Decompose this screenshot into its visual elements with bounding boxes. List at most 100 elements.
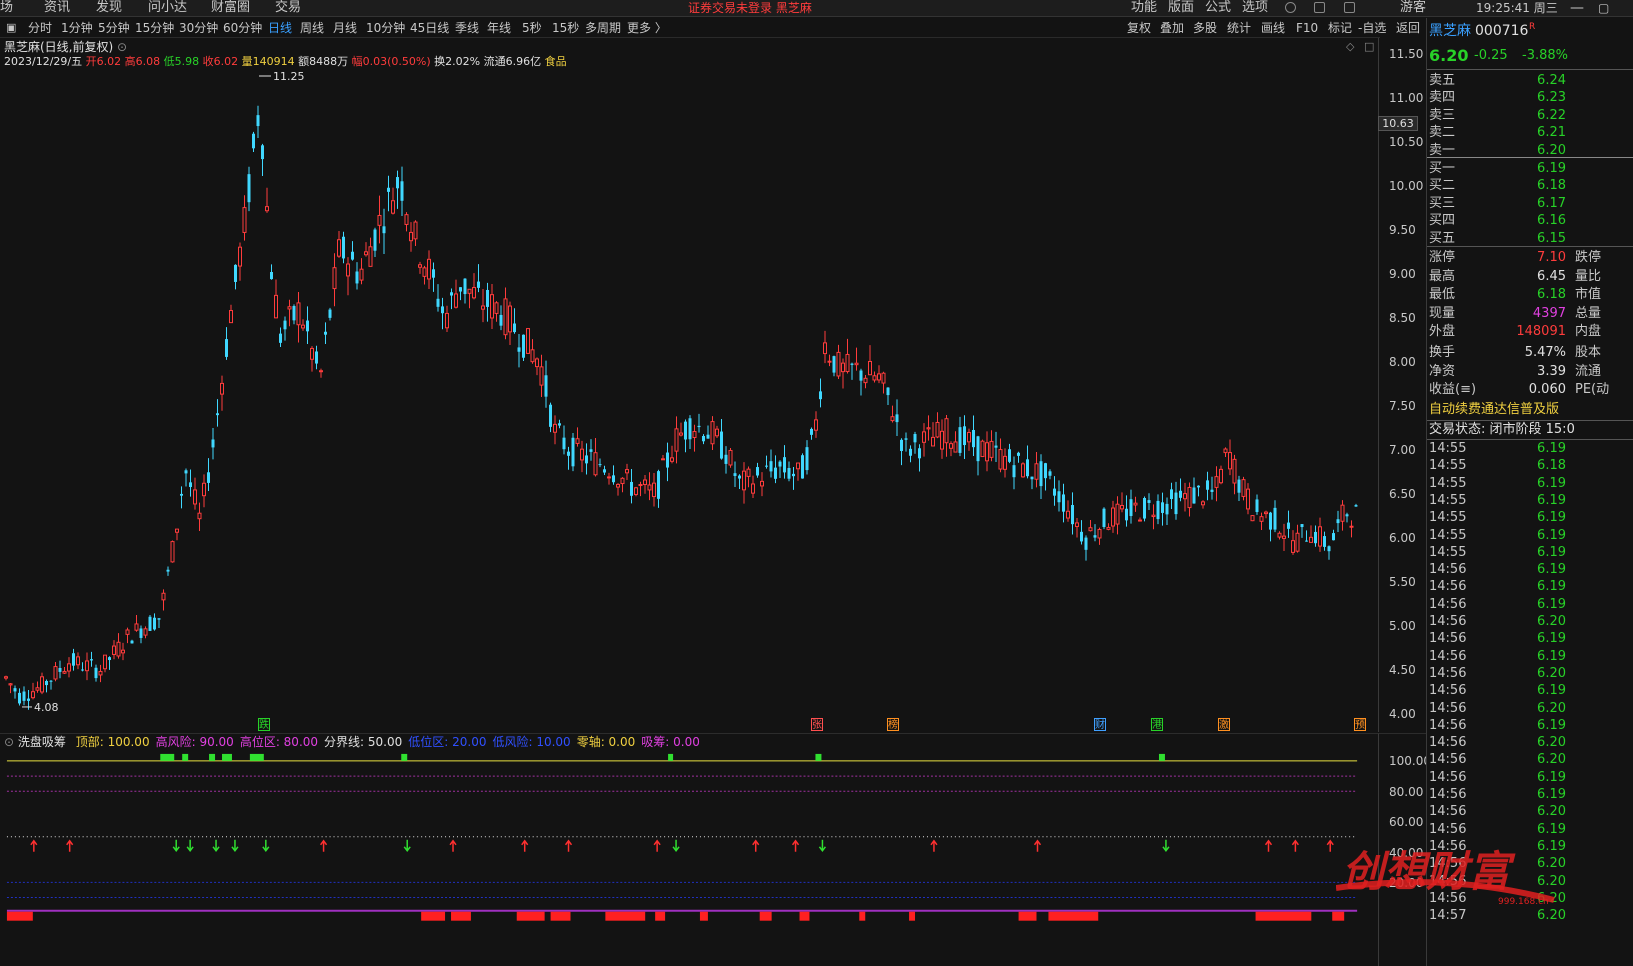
event-marker[interactable]: 激 xyxy=(1218,718,1230,731)
candle-body xyxy=(728,449,733,466)
period-fenshi[interactable]: 分时 xyxy=(28,18,52,38)
candle-body xyxy=(1309,536,1313,543)
candle-body xyxy=(4,676,8,679)
menu-news[interactable]: 资讯 xyxy=(44,0,70,16)
btn-stats[interactable]: 统计 xyxy=(1227,18,1251,38)
event-marker[interactable]: 张 xyxy=(811,718,823,731)
row-label: 收益(≡) xyxy=(1429,382,1477,398)
menu-layout[interactable]: 版面 xyxy=(1168,0,1194,16)
quote-change: -0.25 xyxy=(1474,48,1508,63)
period-multi[interactable]: 多周期 xyxy=(585,18,621,38)
candle xyxy=(607,472,611,485)
candlestick-chart[interactable]: 11.25 4.08 xyxy=(0,72,1378,732)
user-name[interactable]: 游客 xyxy=(1400,0,1426,16)
tick-price: 6.19 xyxy=(1537,441,1566,456)
candle-body xyxy=(85,660,89,672)
menu-ask[interactable]: 问小达 xyxy=(148,0,187,16)
candle-body xyxy=(684,421,687,440)
candle-body xyxy=(535,358,539,368)
candle xyxy=(728,447,733,468)
menu-discover[interactable]: 发现 xyxy=(96,0,122,16)
mail-icon[interactable] xyxy=(1344,2,1355,13)
btn-multi-stock[interactable]: 多股 xyxy=(1193,18,1217,38)
chart-period-label: 黑芝麻(日线,前复权) xyxy=(4,40,114,54)
period-weekly[interactable]: 周线 xyxy=(300,18,324,38)
btn-f10[interactable]: F10 xyxy=(1296,18,1318,38)
event-marker[interactable]: 预 xyxy=(1354,718,1366,731)
layout-icon[interactable]: ▣ xyxy=(6,18,16,38)
event-marker[interactable]: 榜 xyxy=(887,718,899,731)
menu-market[interactable]: 场 xyxy=(0,0,13,16)
candle xyxy=(1075,518,1079,538)
period-year[interactable]: 年线 xyxy=(487,18,511,38)
menu-function[interactable]: 功能 xyxy=(1131,0,1157,16)
ohlc-low: 低5.98 xyxy=(163,55,200,68)
quote-row: 换手 5.47% 股本 xyxy=(1427,344,1633,361)
menu-wealth-circle[interactable]: 财富圈 xyxy=(211,0,250,16)
btn-overlay[interactable]: 叠加 xyxy=(1160,18,1184,38)
diamond-icon[interactable]: ◇ xyxy=(1346,40,1354,53)
indicator-chart[interactable] xyxy=(0,733,1378,966)
btn-mark[interactable]: 标记 xyxy=(1328,18,1352,38)
menu-formula[interactable]: 公式 xyxy=(1205,0,1231,16)
lock-icon[interactable] xyxy=(1314,2,1325,13)
btn-watchlist[interactable]: -自选 xyxy=(1358,18,1386,38)
tick-price: 6.18 xyxy=(1537,458,1566,474)
period-5sec[interactable]: 5秒 xyxy=(522,18,542,38)
candle xyxy=(143,626,148,639)
candle-body xyxy=(319,370,323,373)
candle-body xyxy=(1097,528,1102,539)
maximize-icon[interactable]: ▢ xyxy=(1598,0,1609,16)
quote-row: 外盘 148091 内盘 xyxy=(1427,323,1633,340)
promo-text[interactable]: 自动续费通达信普及版 xyxy=(1429,401,1559,418)
quote-row: 现量 4397 总量 xyxy=(1427,305,1633,322)
candle xyxy=(571,433,575,472)
tick-price: 6.20 xyxy=(1537,700,1566,716)
btn-adjust[interactable]: 复权 xyxy=(1127,18,1151,38)
event-marker[interactable]: 港 xyxy=(1151,718,1163,731)
event-marker[interactable]: 财 xyxy=(1094,718,1106,731)
square-icon[interactable]: □ xyxy=(1364,40,1374,53)
chart-settings-icon[interactable]: ⊙ xyxy=(117,40,127,54)
candle xyxy=(530,339,535,364)
minimize-icon[interactable]: — xyxy=(1570,0,1584,16)
candle-body xyxy=(252,133,255,149)
period-1min[interactable]: 1分钟 xyxy=(61,18,93,38)
candle xyxy=(666,442,669,482)
candle xyxy=(517,334,521,368)
period-15min[interactable]: 15分钟 xyxy=(135,18,174,38)
candle xyxy=(980,439,985,458)
candle-body xyxy=(161,592,166,601)
period-daily[interactable]: 日线 xyxy=(268,18,292,38)
period-5min[interactable]: 5分钟 xyxy=(98,18,130,38)
candle-body xyxy=(125,629,130,635)
period-quarter[interactable]: 季线 xyxy=(455,18,479,38)
period-monthly[interactable]: 月线 xyxy=(333,18,357,38)
candle-body xyxy=(783,457,786,473)
ohlc-amount: 额8488万 xyxy=(298,55,349,68)
period-60min[interactable]: 60分钟 xyxy=(223,18,262,38)
candle-body xyxy=(1111,507,1115,527)
candle-body xyxy=(98,670,103,676)
candle xyxy=(819,378,822,408)
candle-body xyxy=(346,263,350,277)
candle-body xyxy=(805,447,809,471)
login-notice[interactable]: 证券交易未登录 黑芝麻 xyxy=(688,0,812,16)
event-marker[interactable]: 跌 xyxy=(258,718,270,731)
btn-draw[interactable]: 画线 xyxy=(1261,18,1285,38)
candle xyxy=(35,681,40,693)
btn-back[interactable]: 返回 xyxy=(1396,18,1420,38)
period-more[interactable]: 更多 〉 xyxy=(627,18,667,38)
period-30min[interactable]: 30分钟 xyxy=(179,18,218,38)
period-15sec[interactable]: 15秒 xyxy=(552,18,579,38)
price-axis-label: 4.50 xyxy=(1389,663,1416,677)
refresh-icon[interactable] xyxy=(1285,2,1296,13)
promo-link[interactable]: 自动续费通达信普及版 xyxy=(1427,401,1633,418)
menu-options[interactable]: 选项 xyxy=(1242,0,1268,16)
watermark-url: 999.168.cn xyxy=(1498,897,1549,907)
period-45day[interactable]: 45日线 xyxy=(410,18,449,38)
ohlc-sector[interactable]: 食品 xyxy=(545,55,567,68)
period-10min[interactable]: 10分钟 xyxy=(366,18,405,38)
quote-stock-name[interactable]: 黑芝麻 xyxy=(1429,23,1471,40)
menu-trade[interactable]: 交易 xyxy=(275,0,301,16)
